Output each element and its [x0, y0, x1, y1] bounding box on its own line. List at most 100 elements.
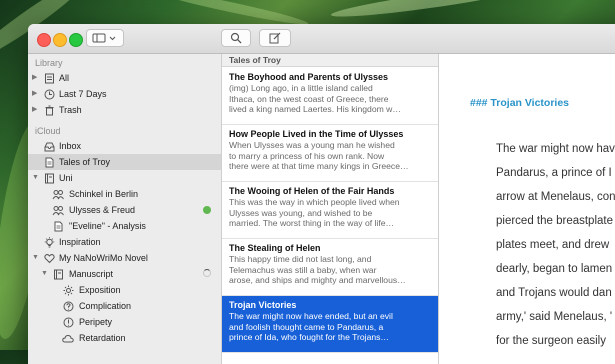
sheet-excerpt-line: to marry a princess of his own rank. Now — [229, 150, 385, 161]
sheet-title: The Boyhood and Parents of Ulysses — [229, 72, 389, 82]
stack-icon — [52, 268, 64, 280]
library-sidebar: Library ▶ All ▶ Last 7 Days ▶ Trash iClo… — [28, 54, 222, 364]
sheet-excerpt-line: Ithaca, on the west coast of Greece, the… — [229, 93, 389, 104]
sidebar-item-label: Peripety — [79, 317, 113, 327]
sidebar-item-label: Uni — [59, 173, 73, 183]
sidebar-item-label: Ulysses & Freud — [69, 205, 136, 215]
group-icon — [52, 204, 64, 216]
sheet-excerpt-line: When Ulysses was a young man he wished — [229, 140, 395, 150]
sheet-card[interactable]: The Boyhood and Parents of Ulysses (img)… — [222, 68, 438, 125]
sheet-list-group-title: Tales of Troy — [222, 54, 438, 67]
editor-line: The war might now have — [496, 143, 615, 155]
document-icon — [43, 156, 55, 168]
sidebar-item-label: Tales of Troy — [59, 157, 111, 167]
app-window: Library ▶ All ▶ Last 7 Days ▶ Trash iClo… — [28, 24, 615, 364]
editor-line: for the surgeon easily — [496, 335, 606, 347]
sidebar-item-trash[interactable]: ▶ Trash — [28, 102, 221, 118]
sheet-excerpt-line: there were at that time many kings in Gr… — [229, 161, 409, 172]
stack-icon — [43, 72, 55, 84]
disclosure-triangle-icon[interactable]: ▼ — [32, 170, 39, 186]
exclamation-icon — [62, 316, 74, 328]
sidebar-item-schinkel-in-berlin[interactable]: Schinkel in Berlin — [28, 186, 221, 202]
cloud-icon — [62, 332, 74, 344]
sidebar-item-all[interactable]: ▶ All — [28, 70, 221, 86]
sheet-excerpt-line: This happy time did not last long, and — [229, 254, 372, 264]
sidebar-item-peripety[interactable]: Peripety — [28, 314, 221, 330]
sheet-excerpt-line: prince of Ida, who fought for the Trojan… — [229, 332, 390, 343]
sun-icon — [62, 284, 74, 296]
editor-line: and Trojans would dan — [496, 287, 612, 299]
sidebar-item-tales-of-troy[interactable]: Tales of Troy — [28, 154, 221, 170]
editor-line: army,' said Menelaus, ' — [496, 311, 613, 323]
sidebar-item-label: Schinkel in Berlin — [69, 189, 139, 199]
sidebar-item-label: "Eveline" - Analysis — [69, 221, 146, 231]
sidebar-icon — [92, 33, 116, 43]
sidebar-item-label: Complication — [79, 301, 132, 311]
sidebar-item-last-7-days[interactable]: ▶ Last 7 Days — [28, 86, 221, 102]
editor-line: plates meet, and drew — [496, 239, 610, 251]
library-header: Library — [35, 58, 63, 68]
sheet-title: The Wooing of Helen of the Fair Hands — [229, 186, 395, 196]
sheet-excerpt-line: lived a king named Laertes. His kingdom … — [229, 104, 401, 115]
sidebar-item-label: Manuscript — [69, 269, 114, 279]
sheet-title: Trojan Victories — [229, 300, 297, 310]
sidebar-item-complication[interactable]: Complication — [28, 298, 221, 314]
sidebar-item-eveline-analysis[interactable]: "Eveline" - Analysis — [28, 218, 221, 234]
sidebar-item-label: Inbox — [59, 141, 82, 151]
minimize-window-button[interactable] — [53, 33, 67, 47]
sidebar-toggle-button[interactable] — [86, 29, 124, 47]
zoom-window-button[interactable] — [69, 33, 83, 47]
sidebar-item-label: My NaNoWriMo Novel — [59, 253, 148, 263]
sidebar-item-exposition[interactable]: Exposition — [28, 282, 221, 298]
editor-line: pierced the breastplate — [496, 215, 613, 227]
sheet-card-selected[interactable]: Trojan Victories The war might now have … — [222, 296, 438, 353]
clock-icon — [43, 88, 55, 100]
sidebar-item-uni[interactable]: ▼ Uni — [28, 170, 221, 186]
disclosure-triangle-icon[interactable]: ▼ — [41, 266, 48, 282]
editor-heading[interactable]: ### Trojan Victories — [470, 97, 569, 109]
editor-text[interactable]: The war might now have Pandarus, a princ… — [496, 137, 615, 353]
trash-icon — [43, 104, 55, 116]
sidebar-item-label: All — [59, 73, 70, 83]
sheet-excerpt-line: (img) Long ago, in a little island calle… — [229, 83, 373, 93]
inbox-icon — [43, 140, 55, 152]
sidebar-item-my-nanowrimo-novel[interactable]: ▼ My NaNoWriMo Novel — [28, 250, 221, 266]
disclosure-triangle-icon[interactable]: ▶ — [32, 70, 37, 86]
sidebar-item-inspiration[interactable]: Inspiration — [28, 234, 221, 250]
sheet-list: Tales of Troy The Boyhood and Parents of… — [222, 54, 439, 364]
book-icon — [43, 172, 55, 184]
lightbulb-icon — [43, 236, 55, 248]
editor-line: Pandarus, a prince of I — [496, 167, 612, 179]
editor-line: dearly, began to lamen — [496, 263, 613, 275]
sidebar-item-label: Trash — [59, 105, 82, 115]
group-icon — [52, 188, 64, 200]
sync-status-dot — [203, 206, 211, 214]
wallpaper-leaf — [329, 0, 531, 22]
heart-icon — [43, 252, 55, 264]
sidebar-item-label: Exposition — [79, 285, 121, 295]
editor-pane[interactable]: ### Trojan Victories The war might now h… — [439, 54, 615, 364]
sheet-card[interactable]: The Stealing of Helen This happy time di… — [222, 239, 438, 296]
icloud-header: iCloud — [35, 126, 61, 136]
search-button[interactable] — [221, 29, 251, 47]
sidebar-item-manuscript[interactable]: ▼ Manuscript — [28, 266, 221, 282]
sidebar-item-label: Inspiration — [59, 237, 101, 247]
disclosure-triangle-icon[interactable]: ▶ — [32, 86, 37, 102]
close-window-button[interactable] — [37, 33, 51, 47]
disclosure-triangle-icon[interactable]: ▼ — [32, 250, 39, 266]
question-icon — [62, 300, 74, 312]
sheet-excerpt-line: married. The worst thing in the way of l… — [229, 218, 395, 229]
sidebar-item-retardation[interactable]: Retardation — [28, 330, 221, 346]
sheet-card[interactable]: How People Lived in the Time of Ulysses … — [222, 125, 438, 182]
document-icon — [52, 220, 64, 232]
search-icon — [230, 32, 242, 44]
compose-icon — [269, 32, 281, 44]
editor-line: arrow at Menelaus, con — [496, 191, 615, 203]
sidebar-item-ulysses-freud[interactable]: Ulysses & Freud — [28, 202, 221, 218]
sheet-card[interactable]: The Wooing of Helen of the Fair Hands Th… — [222, 182, 438, 239]
sheet-excerpt-line: and foolish thought came to Pandarus, a — [229, 321, 384, 332]
disclosure-triangle-icon[interactable]: ▶ — [32, 102, 37, 118]
new-sheet-button[interactable] — [259, 29, 291, 47]
sidebar-item-inbox[interactable]: Inbox — [28, 138, 221, 154]
sheet-excerpt-line: The war might now have ended, but an evi… — [229, 311, 393, 321]
